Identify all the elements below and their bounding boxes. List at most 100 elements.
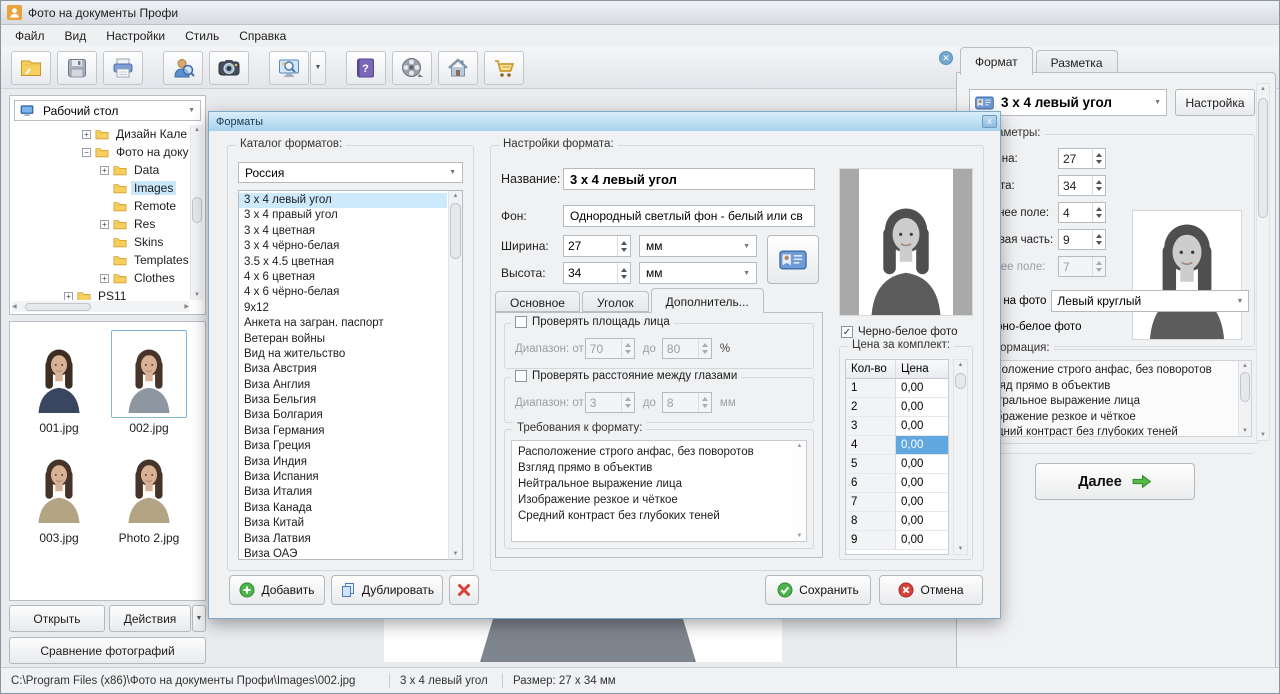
spin-buttons[interactable] [698,393,711,412]
scrollbar-thumb[interactable] [1258,98,1268,218]
name-field[interactable]: 3 х 4 левый угол [563,168,815,190]
format-item-10[interactable]: Вид на жительство [239,347,447,362]
price-cell[interactable]: 0,00 [896,379,948,398]
tree-vertical-scrollbar[interactable]: ▲ ▼ [190,125,203,300]
panel-scrollbar[interactable]: ▲ ▼ [1256,83,1270,441]
scroll-left-icon[interactable]: ◀ [12,303,17,310]
menu-item-file[interactable]: Файл [5,26,55,46]
spin-buttons[interactable] [1092,176,1105,195]
cancel-button[interactable]: Отмена [879,575,983,605]
background-field[interactable]: Однородный светлый фон - белый или св [563,205,815,227]
home-button[interactable] [438,51,478,85]
dialog-close-button[interactable]: x [982,115,997,128]
panel-close-button[interactable]: ✕ [939,51,953,65]
qty-cell[interactable]: 6 [846,474,896,493]
save-button[interactable]: Сохранить [765,575,871,605]
tree-expander-icon[interactable]: − [82,148,91,157]
face-to-spinbox[interactable]: 80 [662,338,712,359]
open-file-button[interactable] [11,51,51,85]
spin-buttons[interactable] [1092,257,1105,276]
compare-photos-button[interactable]: Сравнение фотографий [9,637,206,664]
scroll-up-icon[interactable]: ▲ [954,360,967,370]
format-item-11[interactable]: Виза Австрия [239,362,447,377]
width-spinbox[interactable]: 27 [563,235,631,257]
scroll-up-icon[interactable]: ▲ [1239,361,1251,371]
right-tab-1[interactable]: Разметка [1036,50,1118,74]
location-combo[interactable]: Рабочий стол ▼ [14,100,201,121]
format-item-13[interactable]: Виза Бельгия [239,393,447,408]
duplicate-button[interactable]: Дублировать [331,575,443,605]
menu-item-help[interactable]: Справка [229,26,296,46]
format-item-12[interactable]: Виза Англия [239,378,447,393]
eyes-to-spinbox[interactable]: 8 [662,392,712,413]
format-item-9[interactable]: Ветеран войны [239,332,447,347]
price-cell[interactable]: 0,00 [896,474,948,493]
format-item-7[interactable]: 9х12 [239,301,447,316]
tree-item-2[interactable]: +Data [12,161,189,179]
print-button[interactable] [103,51,143,85]
background-picker-button[interactable] [767,235,819,284]
qty-cell[interactable]: 8 [846,512,896,531]
format-item-19[interactable]: Виза Италия [239,485,447,500]
right-tab-0[interactable]: Формат [960,47,1033,75]
face-area-checkbox[interactable] [515,316,527,328]
add-button[interactable]: Добавить [229,575,325,605]
qty-cell[interactable]: 3 [846,417,896,436]
qty-cell[interactable]: 5 [846,455,896,474]
spin-buttons[interactable] [617,263,630,283]
preview-dropdown-button[interactable]: ▼ [310,51,326,85]
tree-expander-icon[interactable]: + [64,292,73,301]
scrollbar-thumb[interactable] [192,197,202,223]
tree-expander-icon[interactable]: + [100,274,109,283]
scroll-down-icon[interactable]: ▼ [1239,426,1251,436]
tree-item-7[interactable]: Templates [12,251,189,269]
format-item-20[interactable]: Виза Канада [239,501,447,516]
scroll-down-icon[interactable]: ▼ [793,531,806,541]
user-photo-button[interactable] [163,51,203,85]
scrollbar-thumb[interactable] [450,203,461,259]
param-spinbox[interactable]: 34 [1058,175,1106,196]
price-cell[interactable]: 0,00 [896,436,948,455]
format-item-15[interactable]: Виза Германия [239,424,447,439]
qty-cell[interactable]: 1 [846,379,896,398]
tree-item-6[interactable]: Skins [12,233,189,251]
save-button[interactable] [57,51,97,85]
info-scrollbar[interactable]: ▲ ▼ [1238,361,1251,436]
preview-button[interactable] [269,51,309,85]
settings-button[interactable]: Настройка [1175,89,1255,116]
thumbnail-1[interactable]: 002.jpg [106,330,192,435]
corner-combo[interactable]: Левый круглый ▼ [1051,290,1249,312]
price-cell[interactable]: 0,00 [896,398,948,417]
format-item-21[interactable]: Виза Китай [239,516,447,531]
format-item-6[interactable]: 4 х 6 чёрно-белая [239,285,447,300]
spin-buttons[interactable] [617,236,630,256]
param-spinbox[interactable]: 4 [1058,202,1106,223]
format-item-4[interactable]: 3.5 х 4.5 цветная [239,255,447,270]
menu-item-settings[interactable]: Настройки [96,26,175,46]
delete-button[interactable] [449,575,479,605]
qty-cell[interactable]: 2 [846,398,896,417]
scroll-up-icon[interactable]: ▲ [449,191,462,201]
video-tutorial-button[interactable] [392,51,432,85]
format-item-16[interactable]: Виза Греция [239,439,447,454]
menu-item-style[interactable]: Стиль [175,26,229,46]
country-combo[interactable]: Россия ▼ [238,162,463,183]
dialog-title-bar[interactable]: Форматы x [209,112,1000,131]
width-unit-combo[interactable]: мм ▼ [639,235,757,257]
scroll-up-icon[interactable]: ▲ [191,125,203,135]
format-item-2[interactable]: 3 х 4 цветная [239,224,447,239]
tree-item-0[interactable]: +Дизайн Кале [12,125,189,143]
menu-item-view[interactable]: Вид [55,26,97,46]
eyes-distance-checkbox[interactable] [515,370,527,382]
requirements-scrollbar[interactable]: ▲ ▼ [793,441,806,541]
param-spinbox[interactable]: 7 [1058,256,1106,277]
scrollbar-thumb[interactable] [955,373,966,389]
scroll-down-icon[interactable]: ▼ [1257,430,1269,440]
tree-item-9[interactable]: +PS11 [12,287,189,300]
tree-expander-icon[interactable]: + [100,220,109,229]
camera-button[interactable] [209,51,249,85]
tree-item-8[interactable]: +Clothes [12,269,189,287]
qty-cell[interactable]: 9 [846,531,896,550]
price-cell[interactable]: 0,00 [896,417,948,436]
thumbnail-3[interactable]: Photo 2.jpg [106,440,192,545]
